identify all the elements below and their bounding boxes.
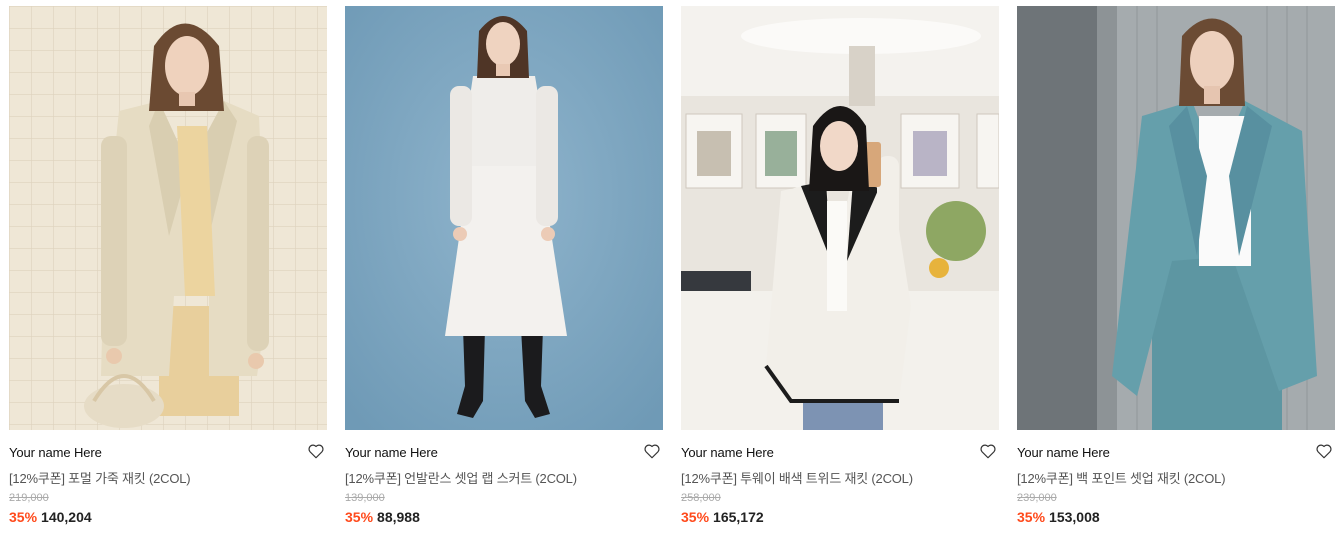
product-image[interactable] — [1017, 6, 1335, 430]
discount-rate: 35% — [9, 509, 38, 525]
original-price: 219,000 — [9, 492, 49, 504]
product-name[interactable]: [12%쿠폰] 포멀 가죽 재킷 (2COL) — [9, 468, 191, 487]
product-card[interactable]: Your name Here [12%쿠폰] 투웨이 배색 트위드 재킷 (2C… — [681, 6, 999, 531]
discount-rate: 35% — [1017, 509, 1046, 525]
discount-rate: 35% — [681, 509, 710, 525]
original-price: 139,000 — [345, 492, 385, 504]
price-row: 35% 88,988 — [345, 509, 420, 525]
brand-name[interactable]: Your name Here — [681, 445, 774, 460]
brand-name[interactable]: Your name Here — [9, 445, 102, 460]
original-price: 258,000 — [681, 492, 721, 504]
price-row: 35% 140,204 — [9, 509, 92, 525]
price-row: 35% 153,008 — [1017, 509, 1100, 525]
sale-price: 140,204 — [41, 509, 92, 525]
product-image[interactable] — [681, 6, 999, 430]
sale-price: 165,172 — [713, 509, 764, 525]
brand-name[interactable]: Your name Here — [1017, 445, 1110, 460]
discount-rate: 35% — [345, 509, 374, 525]
sale-price: 153,008 — [1049, 509, 1100, 525]
heart-outline-icon[interactable] — [1315, 442, 1333, 460]
heart-outline-icon[interactable] — [979, 442, 997, 460]
price-row: 35% 165,172 — [681, 509, 764, 525]
product-grid: Your name Here [12%쿠폰] 포멀 가죽 재킷 (2COL) 2… — [0, 0, 1344, 537]
product-image[interactable] — [345, 6, 663, 430]
product-name[interactable]: [12%쿠폰] 투웨이 배색 트위드 재킷 (2COL) — [681, 468, 913, 487]
heart-outline-icon[interactable] — [643, 442, 661, 460]
product-image[interactable] — [9, 6, 327, 430]
brand-name[interactable]: Your name Here — [345, 445, 438, 460]
heart-outline-icon[interactable] — [307, 442, 325, 460]
product-name[interactable]: [12%쿠폰] 언발란스 셋업 랩 스커트 (2COL) — [345, 468, 577, 487]
sale-price: 88,988 — [377, 509, 420, 525]
original-price: 239,000 — [1017, 492, 1057, 504]
product-card[interactable]: Your name Here [12%쿠폰] 포멀 가죽 재킷 (2COL) 2… — [9, 6, 327, 531]
product-name[interactable]: [12%쿠폰] 백 포인트 셋업 재킷 (2COL) — [1017, 468, 1226, 487]
product-card[interactable]: Your name Here [12%쿠폰] 언발란스 셋업 랩 스커트 (2C… — [345, 6, 663, 531]
product-card[interactable]: Your name Here [12%쿠폰] 백 포인트 셋업 재킷 (2COL… — [1017, 6, 1335, 531]
